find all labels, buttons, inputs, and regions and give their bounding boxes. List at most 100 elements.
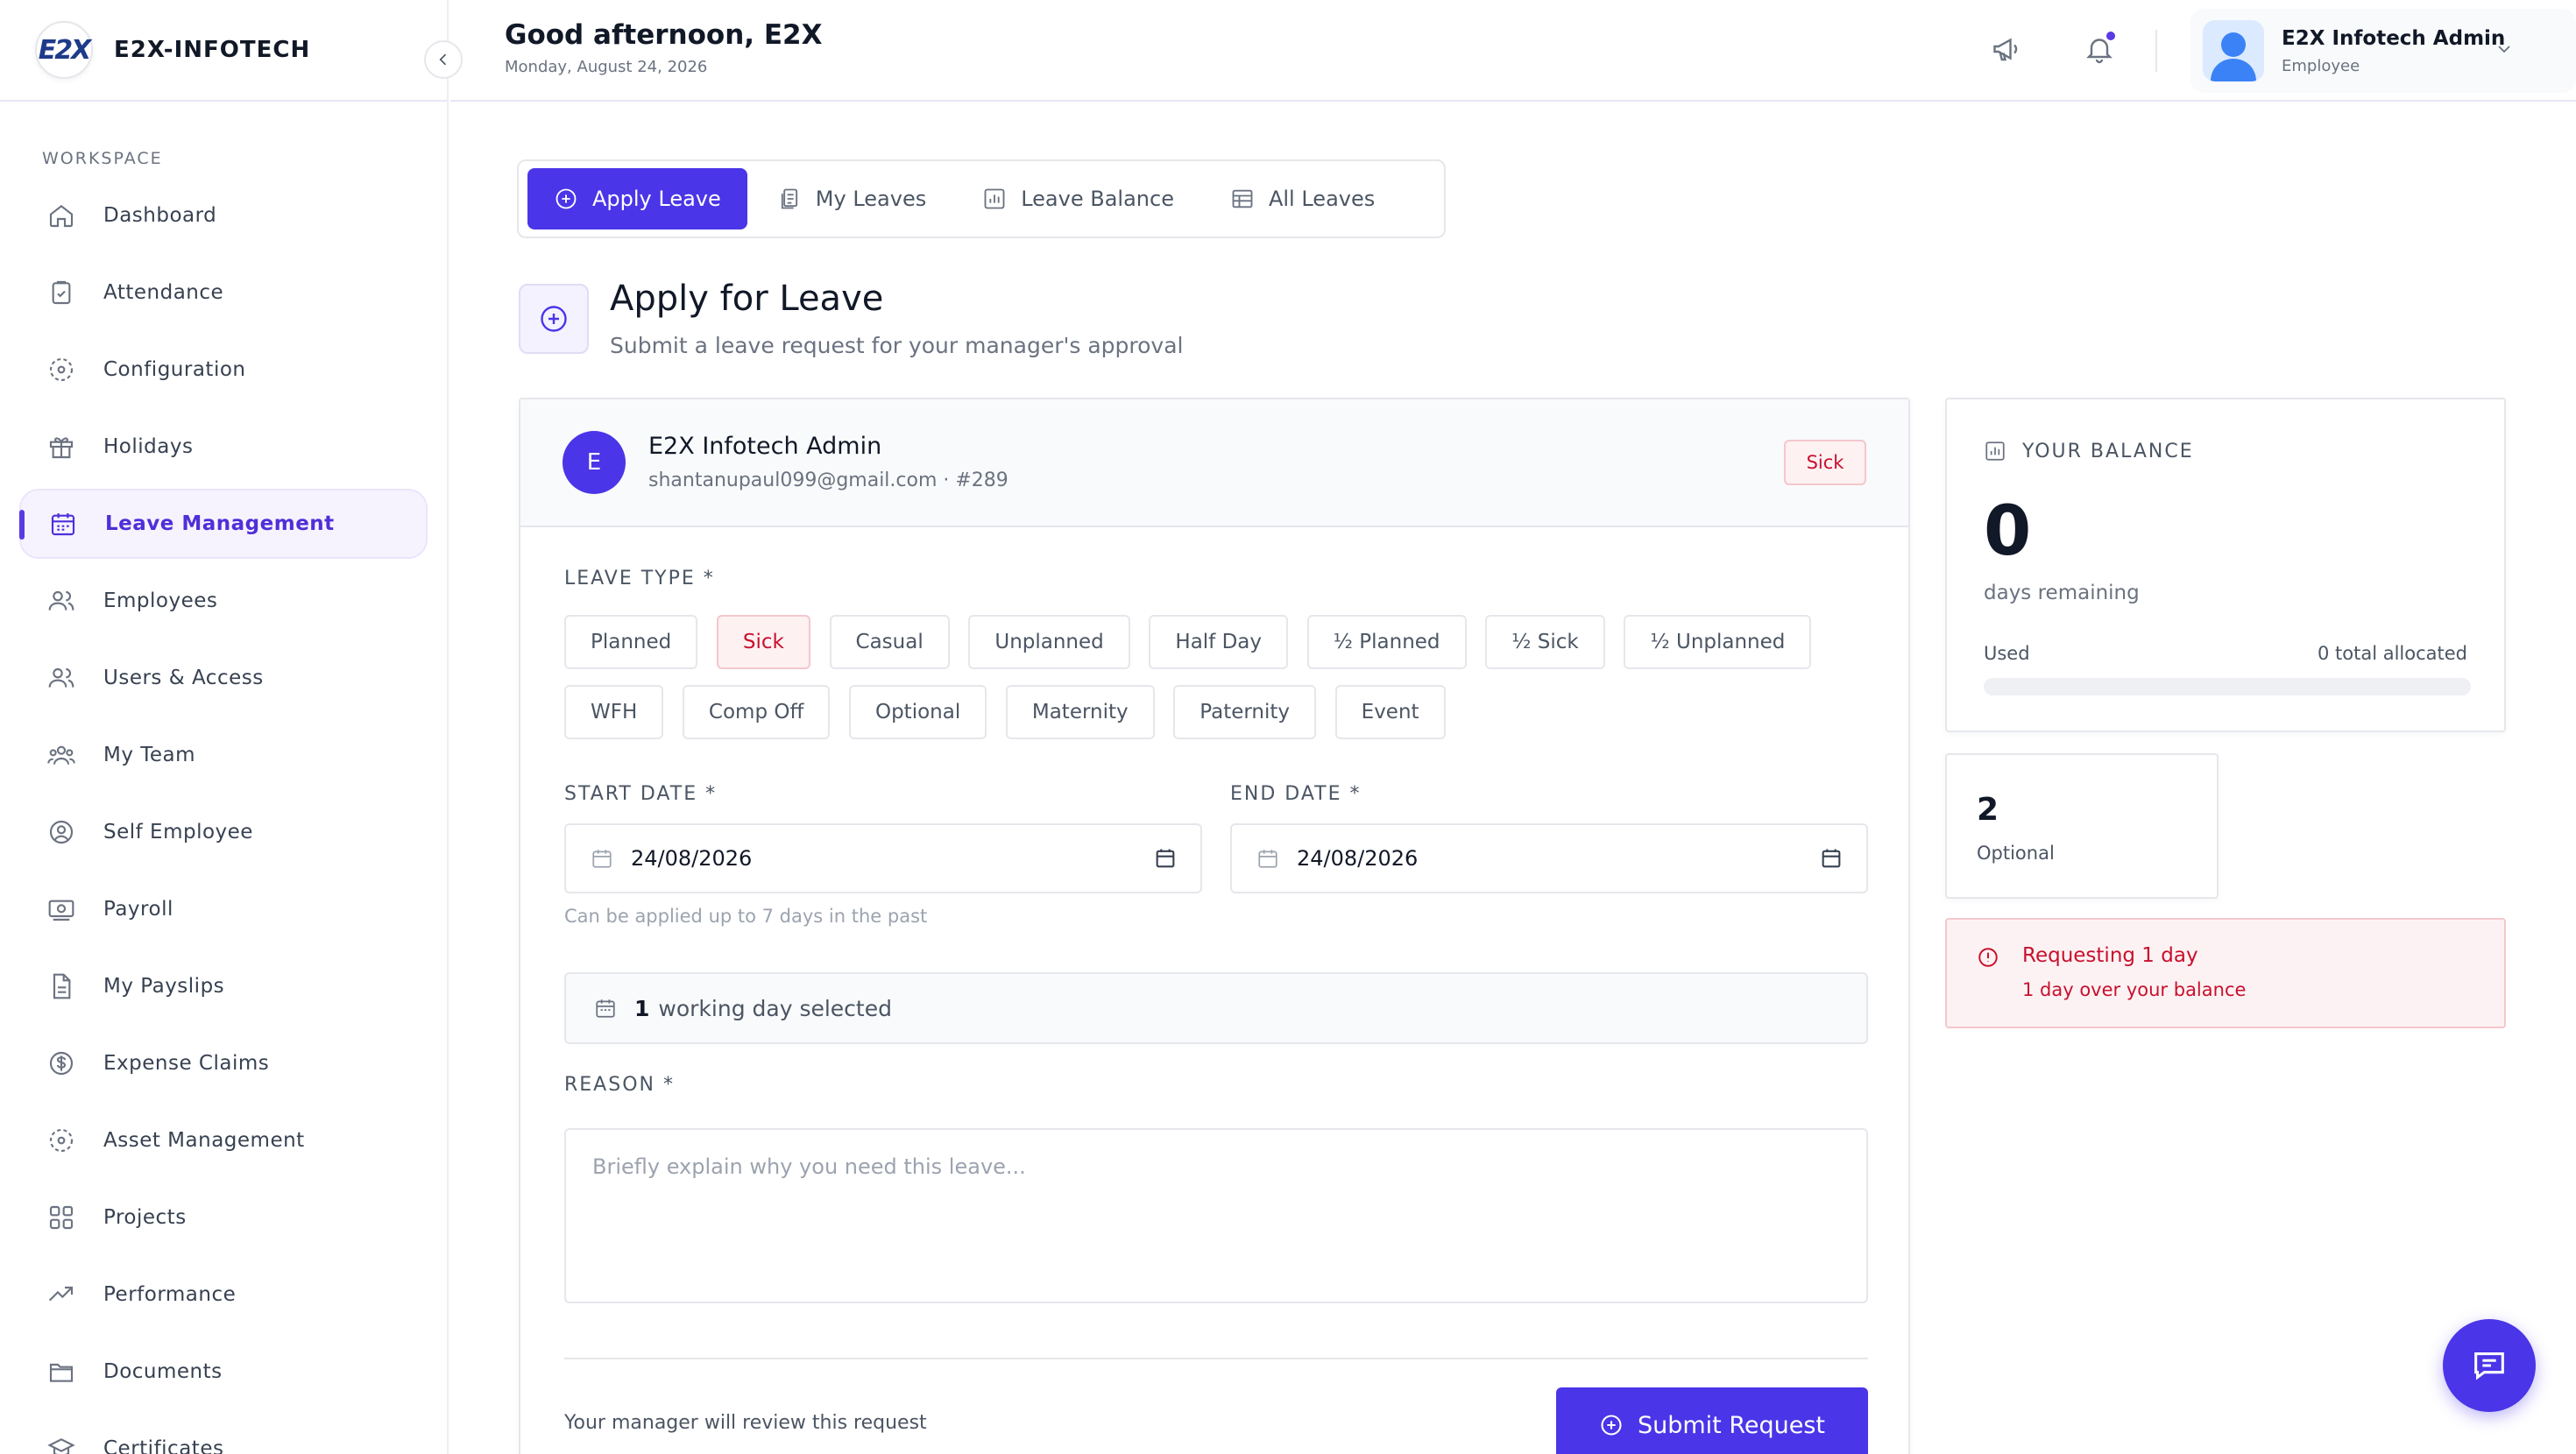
sidebar-item-label: Dashboard <box>103 204 217 227</box>
sidebar-item-label: Asset Management <box>103 1129 305 1152</box>
sidebar-item-certificates[interactable]: Certificates <box>19 1414 428 1454</box>
sidebar-item-dashboard[interactable]: Dashboard <box>19 180 428 251</box>
leave-type-optional[interactable]: Optional <box>848 685 987 739</box>
leave-type-half-sick[interactable]: ½ Sick <box>1485 615 1605 669</box>
user-name: E2X Infotech Admin <box>2282 26 2506 50</box>
date-picker-icon[interactable] <box>1153 846 1178 871</box>
leave-type-casual[interactable]: Casual <box>829 615 950 669</box>
sidebar-item-label: Payroll <box>103 898 173 921</box>
total-allocated: 0 total allocated <box>2317 643 2467 664</box>
sidebar-item-documents[interactable]: Documents <box>19 1337 428 1407</box>
sidebar-item-employees[interactable]: Employees <box>19 566 428 636</box>
team-icon <box>46 739 77 771</box>
sidebar-item-configuration[interactable]: Configuration <box>19 335 428 405</box>
page-title: Apply for Leave <box>610 279 884 319</box>
balance-progress-bar <box>1984 678 2471 695</box>
chat-button[interactable] <box>2443 1319 2536 1412</box>
sidebar-item-my-team[interactable]: My Team <box>19 720 428 790</box>
leave-type-half-planned[interactable]: ½ Planned <box>1306 615 1467 669</box>
sidebar-item-projects[interactable]: Projects <box>19 1182 428 1253</box>
leave-type-comp-off[interactable]: Comp Off <box>682 685 831 739</box>
header-divider <box>2155 30 2157 72</box>
file-icon <box>46 971 77 1002</box>
sidebar-item-label: Attendance <box>103 281 224 304</box>
sidebar-item-expense-claims[interactable]: Expense Claims <box>19 1028 428 1098</box>
sidebar-collapse-button[interactable] <box>424 40 463 79</box>
sidebar-item-attendance[interactable]: Attendance <box>19 258 428 328</box>
end-date-label: END DATE * <box>1230 783 1362 805</box>
sidebar-item-my-payslips[interactable]: My Payslips <box>19 951 428 1021</box>
gift-icon <box>46 431 77 462</box>
end-date-input[interactable]: 24/08/2026 <box>1230 823 1868 893</box>
sidebar-item-self-employee[interactable]: Self Employee <box>19 797 428 867</box>
sidebar-item-label: Users & Access <box>103 667 264 689</box>
users-icon <box>46 585 77 617</box>
sidebar-item-holidays[interactable]: Holidays <box>19 412 428 482</box>
greeting: Good afternoon, E2X <box>505 19 823 51</box>
applicant-avatar: E <box>563 431 626 494</box>
submit-request-button[interactable]: Submit Request <box>1556 1387 1868 1454</box>
leave-form-card: E E2X Infotech Admin shantanupaul099@gma… <box>519 398 1910 1454</box>
chevron-left-icon <box>439 53 447 66</box>
date-picker-icon[interactable] <box>1819 846 1844 871</box>
brand-logo-text: E2X <box>38 34 91 66</box>
leave-type-planned[interactable]: Planned <box>564 615 698 669</box>
sidebar-item-asset-management[interactable]: Asset Management <box>19 1105 428 1175</box>
table-icon <box>1230 187 1255 211</box>
plus-circle-icon <box>519 284 589 354</box>
sidebar-item-label: My Payslips <box>103 975 225 998</box>
tab-my-leaves[interactable]: My Leaves <box>751 168 952 229</box>
banknote-icon <box>46 893 77 925</box>
tab-leave-balance[interactable]: Leave Balance <box>956 168 1200 229</box>
brand-logo[interactable]: E2X <box>35 21 93 79</box>
user-info: E2X Infotech Admin Employee <box>2264 27 2505 75</box>
applicant-name: E2X Infotech Admin <box>648 433 882 460</box>
leave-type-unplanned[interactable]: Unplanned <box>968 615 1130 669</box>
sidebar-item-users-access[interactable]: Users & Access <box>19 643 428 713</box>
selected-leave-badge: Sick <box>1784 440 1866 485</box>
optional-label: Optional <box>1977 843 2055 864</box>
announcements-button[interactable] <box>1987 30 2026 68</box>
chat-icon <box>2474 1352 2504 1380</box>
balance-title-text: YOUR BALANCE <box>2022 440 2194 462</box>
tab-apply-leave[interactable]: Apply Leave <box>527 168 747 229</box>
leave-type-half-day[interactable]: Half Day <box>1149 615 1289 669</box>
sidebar-item-leave-management[interactable]: Leave Management <box>19 489 428 559</box>
end-date-value: 24/08/2026 <box>1297 846 1419 871</box>
balance-card: YOUR BALANCE 0 days remaining Used 0 tot… <box>1945 398 2506 732</box>
sidebar-item-payroll[interactable]: Payroll <box>19 874 428 944</box>
user-avatar <box>2203 20 2264 81</box>
form-divider <box>564 1358 1868 1359</box>
users-icon <box>46 662 77 694</box>
sidebar-item-performance[interactable]: Performance <box>19 1260 428 1330</box>
working-days-count: 1 <box>634 995 650 1021</box>
trending-up-icon <box>46 1279 77 1310</box>
leave-type-event[interactable]: Event <box>1334 685 1446 739</box>
applicant-header: E E2X Infotech Admin shantanupaul099@gma… <box>520 399 1908 527</box>
current-date: Monday, August 24, 2026 <box>505 58 708 76</box>
leave-type-half-unplanned[interactable]: ½ Unplanned <box>1624 615 1812 669</box>
notifications-button[interactable] <box>2080 30 2119 68</box>
balance-warning: Requesting 1 day 1 day over your balance <box>1945 918 2506 1028</box>
reason-textarea[interactable] <box>564 1128 1868 1303</box>
calendar-icon <box>594 997 617 1020</box>
sidebar-item-label: Expense Claims <box>103 1052 270 1075</box>
leave-type-sick[interactable]: Sick <box>716 615 810 669</box>
tab-all-leaves[interactable]: All Leaves <box>1204 168 1401 229</box>
calendar-icon <box>47 508 79 540</box>
user-profile-menu[interactable]: E2X Infotech Admin Employee <box>2190 9 2576 93</box>
page-subtitle: Submit a leave request for your manager'… <box>610 333 1184 358</box>
submit-label: Submit Request <box>1637 1411 1826 1439</box>
leave-type-wfh[interactable]: WFH <box>564 685 664 739</box>
alert-circle-icon <box>1977 946 1999 969</box>
leave-type-paternity[interactable]: Paternity <box>1173 685 1317 739</box>
leave-type-maternity[interactable]: Maternity <box>1005 685 1155 739</box>
tab-label: My Leaves <box>815 187 927 211</box>
folder-icon <box>46 1356 77 1387</box>
date-hint: Can be applied up to 7 days in the past <box>564 906 928 927</box>
megaphone-icon <box>1993 38 2018 61</box>
reason-label: REASON * <box>564 1074 675 1096</box>
start-date-input[interactable]: 24/08/2026 <box>564 823 1202 893</box>
notification-dot <box>2105 30 2117 42</box>
applicant-email: shantanupaul099@gmail.com · #289 <box>648 469 1008 491</box>
